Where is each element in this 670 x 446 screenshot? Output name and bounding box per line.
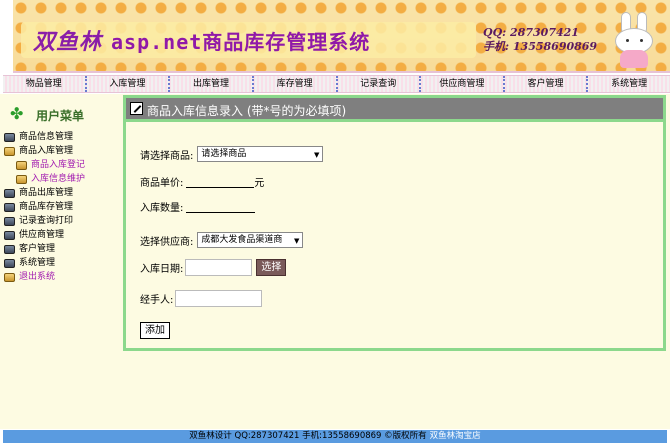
- handler-row: 经手人:: [140, 290, 263, 307]
- menu-tree: 商品信息管理 商品入库管理 商品入库登记 入库信息维护 商品出库管理 商品库存管…: [4, 130, 85, 284]
- nav-item-stock-in[interactable]: 入库管理: [87, 76, 171, 92]
- menu-label: 系统管理: [19, 258, 56, 268]
- quantity-row: 入库数量:: [140, 199, 256, 214]
- menu-label: 记录查询打印: [19, 216, 74, 226]
- menu-suppliers[interactable]: 供应商管理: [4, 228, 85, 242]
- menu-inventory[interactable]: 商品库存管理: [4, 200, 85, 214]
- sidebar: ✤ 用户菜单 商品信息管理 商品入库管理 商品入库登记 入库信息维护 商品出库管…: [0, 94, 117, 429]
- taobao-store-link[interactable]: 双鱼林淘宝店: [430, 431, 481, 441]
- closed-book-icon: [4, 244, 15, 254]
- add-button[interactable]: 添加: [140, 322, 170, 339]
- menu-exit[interactable]: 退出系统: [4, 270, 85, 284]
- product-select[interactable]: 请选择商品: [197, 146, 324, 162]
- handler-label: 经手人:: [140, 295, 174, 306]
- quantity-input[interactable]: [186, 201, 256, 213]
- closed-book-icon: [4, 216, 15, 226]
- price-unit: 元: [254, 178, 265, 189]
- closed-book-icon: [4, 202, 15, 212]
- price-input[interactable]: [186, 176, 255, 188]
- menu-stock-in-maintain[interactable]: 入库信息维护: [4, 172, 85, 186]
- menu-label: 供应商管理: [19, 230, 65, 240]
- open-folder-icon: [16, 160, 27, 170]
- quantity-label: 入库数量:: [140, 203, 184, 214]
- price-label: 商品单价:: [140, 178, 184, 189]
- menu-goods-info[interactable]: 商品信息管理: [4, 130, 85, 144]
- menu-records[interactable]: 记录查询打印: [4, 214, 85, 228]
- edit-icon: [130, 102, 143, 115]
- contact-info: QQ: 287307421 手机: 13558690869: [483, 26, 597, 54]
- supplier-select[interactable]: 成都大发食品渠道商: [197, 232, 304, 248]
- form-heading: 商品入库信息录入 (带*号的为必填项): [147, 104, 347, 118]
- banner: 双鱼林 asp.net商品库存管理系统 QQ: 287307421 手机: 13…: [13, 0, 670, 73]
- nav-item-stock-out[interactable]: 出库管理: [170, 76, 254, 92]
- banner-left-gap: [0, 0, 13, 73]
- top-nav: 物品管理 入库管理 出库管理 库存管理 记录查询 供应商管理 客户管理 系统管理: [3, 75, 670, 93]
- brand-logo: 双鱼林: [33, 29, 103, 55]
- supplier-label: 选择供应商:: [140, 236, 194, 248]
- open-folder-icon: [4, 146, 15, 156]
- system-title: asp.net商品库存管理系统: [111, 30, 371, 54]
- stock-in-form-panel: 商品入库信息录入 (带*号的为必填项) 请选择商品: 请选择商品 商品单价: 元…: [123, 95, 666, 351]
- product-row: 请选择商品: 请选择商品: [140, 146, 324, 162]
- qq-number: QQ: 287307421: [483, 26, 579, 39]
- copyright-text: 双鱼林设计 QQ:287307421 手机:13558690869 ©版权所有: [189, 431, 427, 441]
- panel-header: 商品入库信息录入 (带*号的为必填项): [126, 98, 663, 122]
- menu-stock-in-register[interactable]: 商品入库登记: [4, 158, 85, 172]
- menu-label: 商品入库管理: [19, 146, 74, 156]
- menu-label: 商品库存管理: [19, 202, 74, 212]
- nav-item-customers[interactable]: 客户管理: [505, 76, 589, 92]
- clover-icon: ✤: [10, 104, 24, 123]
- nav-item-system[interactable]: 系统管理: [588, 76, 670, 92]
- date-row: 入库日期: 选择: [140, 259, 287, 276]
- closed-book-icon: [4, 188, 15, 198]
- menu-stock-in[interactable]: 商品入库管理: [4, 144, 85, 158]
- menu-system[interactable]: 系统管理: [4, 256, 85, 270]
- menu-label: 客户管理: [19, 244, 56, 254]
- price-row: 商品单价: 元: [140, 174, 264, 189]
- nav-item-inventory[interactable]: 库存管理: [254, 76, 338, 92]
- menu-label: 商品信息管理: [19, 132, 74, 142]
- menu-label: 商品出库管理: [19, 188, 74, 198]
- closed-book-icon: [4, 132, 15, 142]
- menu-label: 商品入库登记: [31, 160, 86, 170]
- nav-item-suppliers[interactable]: 供应商管理: [421, 76, 505, 92]
- supplier-row: 选择供应商: 成都大发食品渠道商: [140, 232, 304, 248]
- menu-label: 退出系统: [19, 272, 56, 282]
- bunny-mascot-icon: [611, 12, 657, 68]
- phone-number: 手机: 13558690869: [483, 40, 598, 53]
- product-label: 请选择商品:: [140, 150, 194, 162]
- closed-book-icon: [4, 230, 15, 240]
- open-folder-icon: [16, 174, 27, 184]
- menu-stock-out[interactable]: 商品出库管理: [4, 186, 85, 200]
- footer: 双鱼林设计 QQ:287307421 手机:13558690869 ©版权所有双…: [3, 430, 667, 443]
- open-folder-icon: [4, 272, 15, 282]
- closed-book-icon: [4, 258, 15, 268]
- date-label: 入库日期:: [140, 264, 184, 275]
- date-picker-button[interactable]: 选择: [256, 259, 287, 276]
- nav-item-records[interactable]: 记录查询: [338, 76, 422, 92]
- nav-item-goods[interactable]: 物品管理: [3, 76, 87, 92]
- handler-input[interactable]: [175, 290, 263, 307]
- menu-label: 入库信息维护: [31, 174, 86, 184]
- sidebar-title-text: 用户菜单: [36, 109, 85, 123]
- date-input[interactable]: [185, 259, 253, 276]
- menu-customers[interactable]: 客户管理: [4, 242, 85, 256]
